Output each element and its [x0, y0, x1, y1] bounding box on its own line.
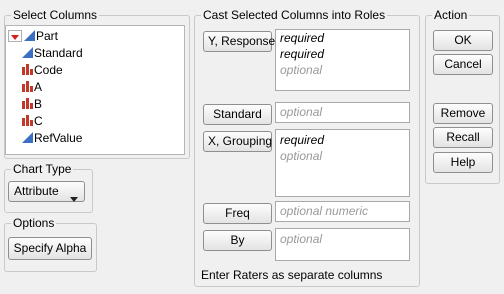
- continuous-column-icon: [22, 131, 33, 143]
- column-item[interactable]: B: [22, 96, 42, 113]
- x-grouping-button[interactable]: X, Grouping: [203, 131, 272, 152]
- column-name: RefValue: [34, 131, 83, 145]
- cast-roles-panel: Cast Selected Columns into Roles Y, Resp…: [194, 8, 420, 287]
- standard-entry: optional: [280, 105, 323, 119]
- cancel-button[interactable]: Cancel: [433, 54, 493, 75]
- y-response-list[interactable]: required required optional: [275, 29, 410, 91]
- nominal-column-icon: [22, 114, 33, 126]
- column-item[interactable]: Part: [24, 28, 58, 45]
- column-name: A: [34, 80, 43, 94]
- chart-type-selected-value: Attribute: [14, 184, 59, 198]
- column-name: C: [34, 114, 43, 128]
- options-panel: Options Specify Alpha: [4, 216, 97, 272]
- y-response-entry: required: [280, 47, 325, 61]
- continuous-column-icon: [24, 29, 35, 41]
- freq-entry: optional numeric: [280, 204, 369, 218]
- by-button[interactable]: By: [203, 230, 272, 251]
- column-list[interactable]: Part Standard Code A B C RefValue: [5, 25, 185, 155]
- y-response-button[interactable]: Y, Response: [203, 31, 275, 52]
- continuous-column-icon: [22, 46, 33, 58]
- options-title: Options: [11, 216, 57, 230]
- chart-type-select[interactable]: Attribute: [8, 181, 85, 202]
- column-item[interactable]: RefValue: [22, 130, 82, 147]
- column-item[interactable]: Standard: [22, 45, 83, 62]
- chevron-down-icon: [70, 189, 78, 208]
- roles-footer-note: Enter Raters as separate columns: [201, 268, 383, 282]
- freq-list[interactable]: optional numeric: [275, 201, 410, 222]
- select-columns-title: Select Columns: [11, 8, 100, 22]
- standard-list[interactable]: optional: [275, 102, 410, 123]
- recall-button[interactable]: Recall: [433, 127, 493, 148]
- freq-button[interactable]: Freq: [203, 203, 272, 224]
- select-columns-panel: Select Columns Part Standard Code A B C RefVal…: [4, 8, 190, 159]
- cast-roles-title: Cast Selected Columns into Roles: [201, 8, 388, 22]
- chart-type-panel: Chart Type Attribute: [4, 162, 93, 213]
- ok-button[interactable]: OK: [433, 30, 493, 51]
- x-grouping-list[interactable]: required optional: [275, 129, 410, 197]
- y-response-entry: optional: [280, 63, 323, 77]
- column-name: Standard: [34, 46, 83, 60]
- y-response-entry: required: [280, 31, 325, 45]
- nominal-column-icon: [22, 63, 33, 75]
- by-entry: optional: [280, 232, 323, 246]
- help-button[interactable]: Help: [433, 152, 493, 173]
- column-item[interactable]: A: [22, 79, 42, 96]
- remove-button[interactable]: Remove: [433, 103, 493, 124]
- x-grouping-entry: required: [280, 133, 325, 147]
- column-item[interactable]: Code: [22, 62, 63, 79]
- column-filter-arrow-icon[interactable]: [8, 30, 22, 42]
- standard-button[interactable]: Standard: [203, 104, 272, 125]
- by-list[interactable]: optional: [275, 228, 410, 261]
- nominal-column-icon: [22, 80, 33, 92]
- action-title: Action: [432, 8, 470, 22]
- column-name: Part: [36, 29, 59, 43]
- action-panel: Action OK Cancel Remove Recall Help: [425, 8, 500, 184]
- specify-alpha-button[interactable]: Specify Alpha: [8, 237, 92, 260]
- column-item[interactable]: C: [22, 113, 43, 130]
- column-name: Code: [34, 63, 63, 77]
- x-grouping-entry: optional: [280, 149, 323, 163]
- column-name: B: [34, 97, 43, 111]
- chart-type-title: Chart Type: [11, 162, 74, 176]
- nominal-column-icon: [22, 97, 33, 109]
